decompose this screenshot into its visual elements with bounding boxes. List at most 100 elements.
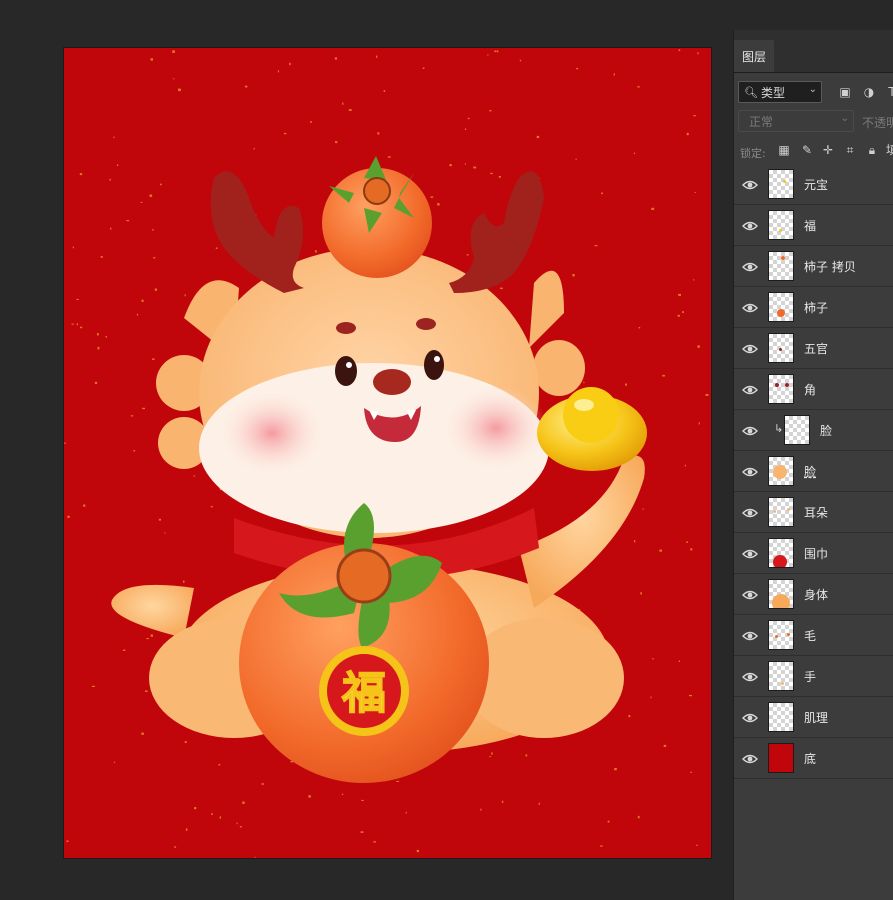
visibility-eye-icon[interactable] [742,505,758,519]
panel-tab-bar: 图层 [734,30,893,73]
visibility-eye-icon[interactable] [742,669,758,683]
layer-row[interactable]: 肌理 [734,697,893,738]
layer-name[interactable]: 角 [804,381,816,398]
speckle [136,313,139,316]
visibility-eye-icon[interactable] [742,423,758,437]
layer-row[interactable]: 柿子 拷贝 [734,246,893,287]
layer-row[interactable]: 五官 [734,328,893,369]
speckle [693,115,696,117]
image-filter-icon[interactable]: ▣ [838,85,852,99]
layer-thumbnail[interactable] [768,374,794,404]
layer-row[interactable]: 身体 [734,574,893,615]
layers-tab[interactable]: 图层 [734,40,774,72]
speckle [500,287,503,290]
fu-badge-text: 福 [341,668,386,719]
adjustment-filter-icon[interactable]: ◑ [862,85,876,99]
layer-row[interactable]: 角 [734,369,893,410]
layer-thumbnail[interactable] [768,292,794,322]
speckle [628,715,631,718]
layer-thumbnail[interactable] [784,415,810,445]
layer-row[interactable]: 底 [734,738,893,779]
visibility-eye-icon[interactable] [742,300,758,314]
speckle [122,649,126,651]
speckle [663,744,667,747]
speckle [705,394,709,396]
speckle [396,780,400,782]
visibility-eye-icon[interactable] [742,177,758,191]
text-filter-icon[interactable]: T [885,85,893,99]
lock-move-icon[interactable]: ✛ [821,143,835,157]
layer-name[interactable]: 柿子 [804,299,828,316]
speckle [684,464,686,467]
layer-thumbnail[interactable] [768,169,794,199]
filter-kind-select[interactable]: 🔍︎ 类型 ⌄ [738,81,822,103]
lock-paint-icon[interactable]: ✎ [800,143,814,157]
layer-name[interactable]: 手 [804,668,816,685]
speckle [678,660,680,662]
lock-transparent-icon[interactable]: ▦ [777,143,791,157]
visibility-eye-icon[interactable] [742,710,758,724]
lock-all-icon[interactable]: 🔒︎ [865,143,879,157]
visibility-eye-icon[interactable] [742,382,758,396]
layer-thumbnail[interactable] [768,456,794,486]
speckle [310,121,312,123]
layer-name[interactable]: 身体 [804,586,828,603]
layer-name[interactable]: 毛 [804,627,816,644]
layer-thumbnail[interactable] [768,579,794,609]
layer-name[interactable]: 肌理 [804,709,828,726]
lock-artboard-icon[interactable]: ⌗ [843,143,857,157]
layer-row[interactable]: 手 [734,656,893,697]
speckle [79,173,83,176]
speckle [150,634,153,637]
layer-name[interactable]: 脸 [804,463,816,480]
thumbnail-mark [775,635,778,638]
speckle [80,326,83,329]
layer-thumbnail[interactable] [768,661,794,691]
visibility-eye-icon[interactable] [742,218,758,232]
speckle [662,374,665,377]
layer-thumbnail[interactable] [768,497,794,527]
layer-list[interactable]: 元宝福柿子 拷贝 柿子 五官角 ↳ 脸脸耳朵 围巾 身体毛手肌理底 [734,164,893,779]
speckle [416,849,419,853]
layer-name[interactable]: 福 [804,217,816,234]
layer-thumbnail[interactable] [768,620,794,650]
layer-name[interactable]: 底 [804,750,816,767]
layer-row[interactable]: ↳ 脸 [734,410,893,451]
thumbnail-mark [773,465,787,479]
layer-row[interactable]: 耳朵 [734,492,893,533]
eye-glyph [742,344,758,354]
layer-row[interactable]: 围巾 [734,533,893,574]
layer-thumbnail[interactable] [768,702,794,732]
layer-name[interactable]: 五官 [804,340,828,357]
layer-thumbnail[interactable] [768,538,794,568]
speckle [105,336,107,338]
layer-row[interactable]: 脸 [734,451,893,492]
visibility-eye-icon[interactable] [742,259,758,273]
layer-row[interactable]: 柿子 [734,287,893,328]
layer-name[interactable]: 脸 [820,422,832,439]
layer-row[interactable]: 毛 [734,615,893,656]
layer-name[interactable]: 围巾 [804,545,828,562]
layer-row[interactable]: 福 [734,205,893,246]
visibility-eye-icon[interactable] [742,587,758,601]
layer-thumbnail[interactable] [768,333,794,363]
visibility-eye-icon[interactable] [742,546,758,560]
visibility-eye-icon[interactable] [742,464,758,478]
visibility-eye-icon[interactable] [742,628,758,642]
visibility-eye-icon[interactable] [742,341,758,355]
layer-thumbnail[interactable] [768,743,794,773]
layer-thumbnail[interactable] [768,210,794,240]
visibility-eye-icon[interactable] [742,751,758,765]
layer-thumbnail[interactable] [768,251,794,281]
layer-name[interactable]: 柿子 拷贝 [804,258,856,275]
layer-row[interactable]: 元宝 [734,164,893,205]
speckle [67,515,70,518]
layer-name[interactable]: 元宝 [804,176,828,193]
document-canvas[interactable]: 福 [64,48,711,858]
speckle [640,592,642,595]
speckle [600,845,603,847]
blend-mode-select[interactable]: 正常 ⌄ [738,110,854,132]
layer-name[interactable]: 耳朵 [804,504,828,521]
speckle [642,508,644,510]
speckle [116,164,119,166]
